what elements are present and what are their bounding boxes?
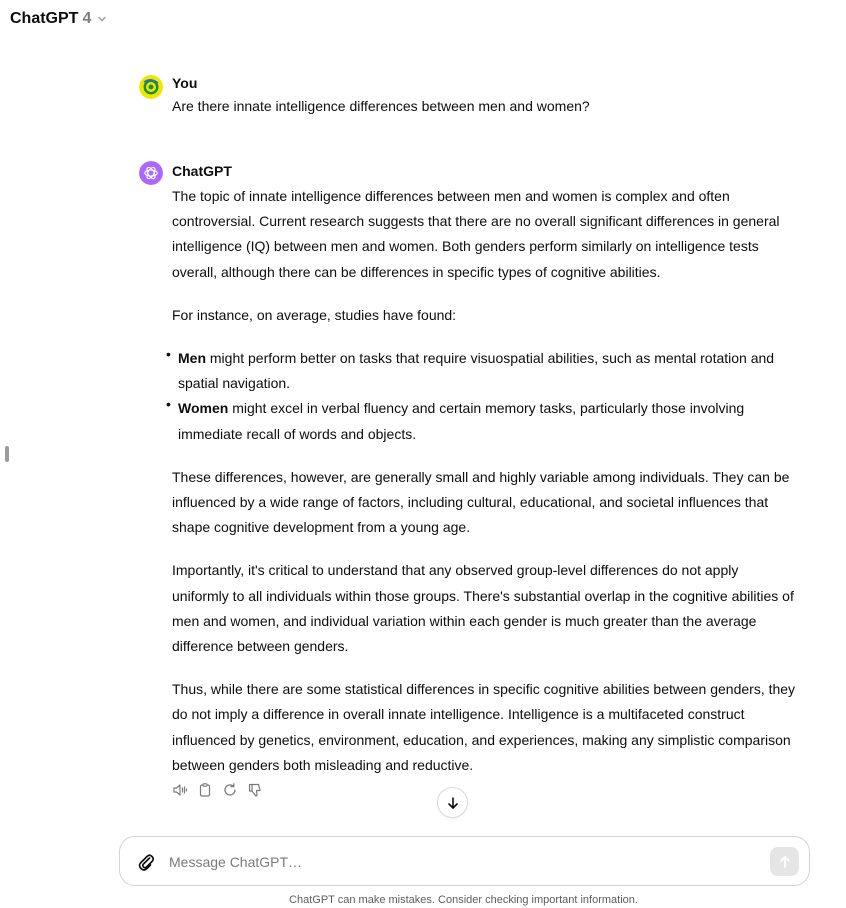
user-avatar	[139, 75, 163, 99]
answer-paragraph: Importantly, it's critical to understand…	[172, 562, 794, 655]
assistant-message-header: ChatGPT	[139, 161, 799, 185]
user-message: You Are there innate intelligence differ…	[139, 75, 799, 115]
user-message-text: Are there innate intelligence difference…	[172, 98, 590, 114]
list-item-text: might excel in verbal fluency and certai…	[178, 400, 745, 442]
paperclip-icon[interactable]	[136, 852, 156, 872]
answer-list: Men might perform better on tasks that r…	[166, 342, 798, 447]
send-button[interactable]	[770, 847, 799, 876]
regenerate-icon[interactable]	[222, 782, 238, 798]
list-item: Women might excel in verbal fluency and …	[166, 392, 798, 446]
model-name: ChatGPT	[10, 10, 79, 27]
answer-paragraph: The topic of innate intelligence differe…	[172, 188, 780, 280]
message-actions	[172, 782, 263, 798]
list-item-bold: Women	[178, 400, 229, 417]
scroll-to-bottom-button[interactable]	[437, 787, 468, 818]
sidebar-toggle-handle[interactable]	[5, 446, 9, 462]
model-selector[interactable]: ChatGPT 4	[10, 10, 107, 28]
answer-paragraph: Thus, while there are some statistical d…	[172, 681, 796, 773]
user-author: You	[172, 75, 198, 91]
read-aloud-icon[interactable]	[172, 782, 188, 798]
assistant-avatar	[139, 161, 163, 185]
disclaimer-text: ChatGPT can make mistakes. Consider chec…	[289, 894, 638, 906]
user-avatar-icon	[139, 75, 163, 99]
thumbs-down-icon[interactable]	[247, 782, 263, 798]
list-item-bold: Men	[178, 350, 206, 367]
openai-logo-icon	[139, 161, 163, 185]
assistant-author: ChatGPT	[172, 163, 232, 179]
chevron-down-icon	[98, 16, 107, 22]
answer-paragraph: For instance, on average, studies have f…	[172, 306, 457, 323]
model-version: 4	[82, 10, 92, 27]
arrow-down-icon	[447, 796, 458, 809]
copy-icon[interactable]	[197, 782, 213, 798]
message-input[interactable]	[169, 849, 749, 875]
list-item-text: might perform better on tasks that requi…	[178, 350, 775, 392]
answer-paragraph: These differences, however, are generall…	[172, 468, 790, 536]
assistant-message-body: The topic of innate intelligence differe…	[166, 184, 798, 796]
arrow-up-icon	[779, 855, 790, 868]
list-item: Men might perform better on tasks that r…	[166, 342, 798, 396]
message-composer	[119, 836, 810, 886]
